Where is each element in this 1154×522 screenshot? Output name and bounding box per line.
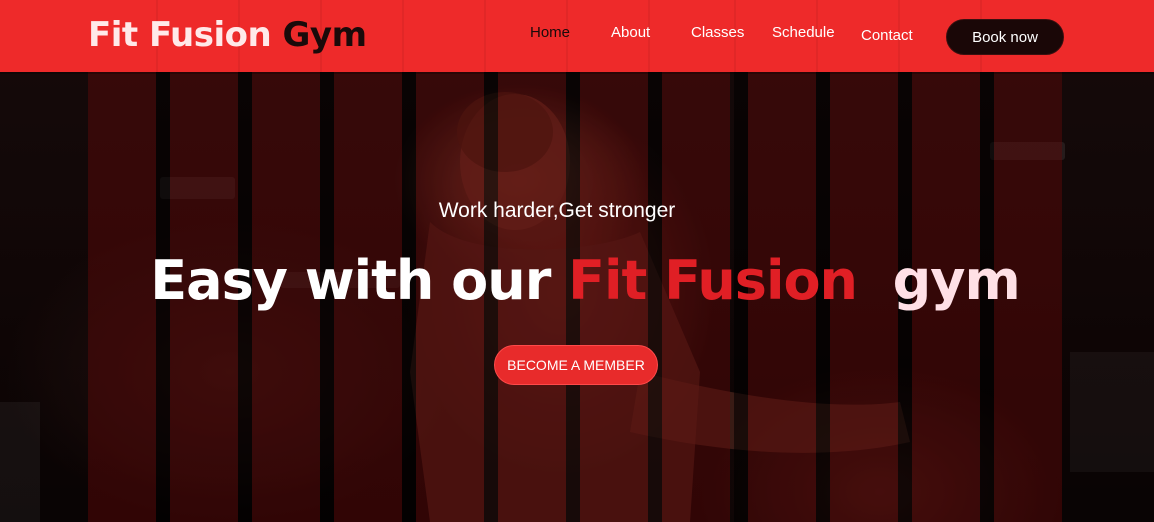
logo-text-primary: Fit Fusion (88, 15, 272, 55)
become-member-button[interactable]: BECOME A MEMBER (494, 345, 658, 385)
hero-headline: Easy with our Fit Fusion gym (0, 248, 1154, 314)
nav-item-home[interactable]: Home (530, 24, 570, 41)
headline-text-end: gym (892, 249, 1021, 312)
hero-tagline: Work harder,Get stronger (438, 199, 676, 222)
headline-highlight: Fit Fusion (568, 249, 858, 312)
nav-item-schedule[interactable]: Schedule (772, 24, 835, 41)
book-now-button[interactable]: Book now (946, 19, 1064, 55)
headline-text: Easy with our (150, 249, 569, 312)
nav-item-classes[interactable]: Classes (691, 24, 744, 41)
landing-page: Work harder,Get stronger Easy with our F… (0, 0, 1154, 522)
logo-text-secondary: Gym (282, 15, 368, 55)
nav-item-about[interactable]: About (611, 24, 650, 41)
site-header: Fit Fusion Gym Home About Classes Schedu… (0, 0, 1154, 72)
site-logo[interactable]: Fit Fusion Gym (88, 14, 367, 56)
nav-item-contact[interactable]: Contact (861, 27, 913, 44)
